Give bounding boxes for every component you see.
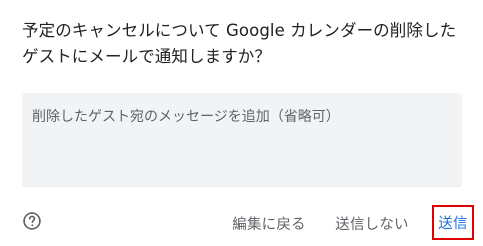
- dialog-title: 予定のキャンセルについて Google カレンダーの削除したゲストにメールで通知…: [22, 21, 457, 66]
- back-to-edit-button[interactable]: 編集に戻る: [229, 206, 309, 240]
- help-button[interactable]: [21, 210, 43, 232]
- help-circle-icon: [23, 212, 41, 230]
- notify-guests-dialog: 予定のキャンセルについて Google カレンダーの削除したゲストにメールで通知…: [0, 0, 483, 246]
- send-button[interactable]: 送信: [432, 205, 474, 240]
- dont-send-button[interactable]: 送信しない: [332, 206, 412, 240]
- message-field-container[interactable]: [22, 93, 462, 187]
- message-input[interactable]: [32, 107, 452, 172]
